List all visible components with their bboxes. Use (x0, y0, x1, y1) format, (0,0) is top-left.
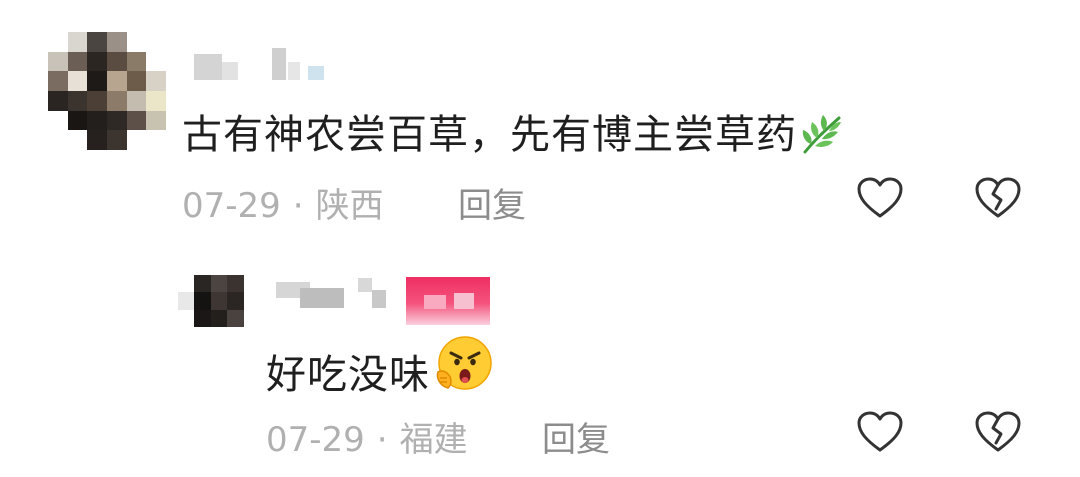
username-blurred[interactable] (276, 278, 386, 308)
herb-emoji (799, 112, 845, 166)
comment-text: 古有神农尝百草，先有博主尝草药 (182, 102, 845, 166)
broken-heart-outline-icon[interactable] (974, 176, 1022, 220)
avatar[interactable] (48, 32, 166, 150)
angry-face-emoji (432, 334, 494, 406)
reply-button[interactable]: 回复 (458, 178, 526, 227)
meta-separator: · (376, 420, 388, 460)
reply-button[interactable]: 回复 (542, 412, 610, 461)
broken-heart-outline-icon[interactable] (974, 410, 1022, 454)
badge-blurred (406, 277, 490, 325)
heart-outline-icon[interactable] (856, 176, 904, 220)
reply-text: 好吃没味 (266, 334, 494, 406)
reply-comment-item (0, 240, 1080, 477)
reply-text-content: 好吃没味 (266, 352, 430, 398)
comment-location: 陕西 (315, 186, 384, 226)
heart-outline-icon[interactable] (856, 410, 904, 454)
comment-text-content: 古有神农尝百草，先有博主尝草药 (182, 112, 797, 158)
username-blurred[interactable] (194, 48, 334, 80)
comment-date: 07-29 (182, 186, 281, 226)
reply-meta: 07-29 · 福建 (266, 412, 468, 461)
comment-location: 福建 (399, 420, 468, 460)
avatar[interactable] (178, 275, 260, 327)
meta-separator: · (292, 186, 304, 226)
comment-date: 07-29 (266, 420, 365, 460)
comment-meta: 07-29 · 陕西 (182, 178, 384, 227)
comment-item: 古有神农尝百草，先有博主尝草药 07-29 · 陕西 回复 (0, 0, 1080, 240)
